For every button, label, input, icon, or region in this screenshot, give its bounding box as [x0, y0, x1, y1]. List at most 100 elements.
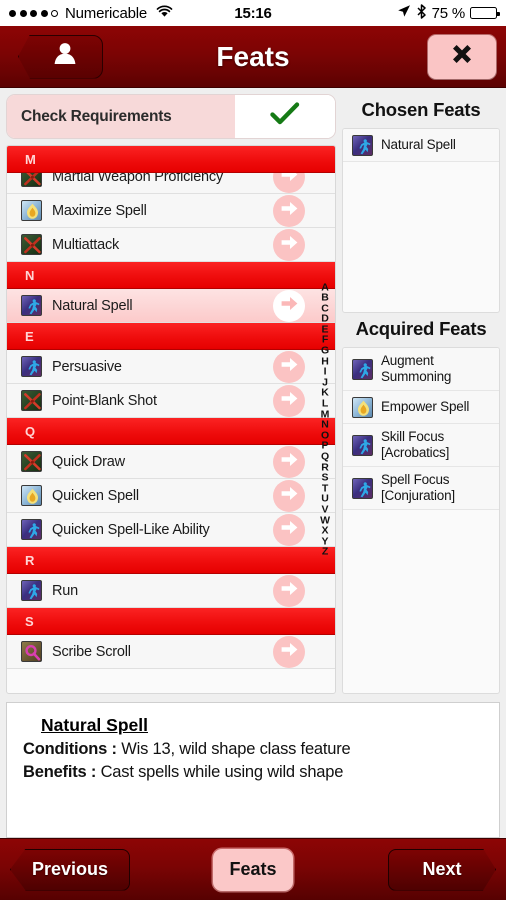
- acquired-feat-row[interactable]: Skill Focus [Acrobatics]: [343, 424, 499, 467]
- signal-dot: [30, 9, 37, 17]
- feat-detail-arrow-button[interactable]: [273, 445, 305, 478]
- status-bar: Numericable 15:16 75 %: [0, 0, 506, 26]
- signal-dot: [40, 9, 48, 17]
- acquired-feat-row[interactable]: Empower Spell: [343, 391, 499, 424]
- arrow-right-icon: [280, 295, 299, 317]
- feat-detail-arrow-button[interactable]: [273, 513, 305, 546]
- feat-name-label: Spell Focus [Conjuration]: [381, 472, 455, 503]
- feat-browser-column: Check Requirements Martial Weapon Profic…: [6, 94, 336, 694]
- chosen-feats-list[interactable]: Natural Spell: [342, 128, 500, 313]
- feat-section-header: Q: [7, 418, 335, 445]
- feat-name-label: Maximize Spell: [52, 202, 147, 219]
- alphabet-index-scrubber[interactable]: ABCDEFGHIJKLMNOPQRSTUVWXYZ: [317, 280, 333, 559]
- feat-icon: [21, 451, 42, 472]
- check-requirements-toggle[interactable]: Check Requirements: [6, 94, 336, 139]
- feat-row[interactable]: Quick Draw: [7, 445, 335, 479]
- feat-row[interactable]: Point-Blank Shot: [7, 384, 335, 418]
- acquired-feat-row[interactable]: Augment Summoning: [343, 348, 499, 391]
- benefits-label: Benefits :: [23, 763, 97, 781]
- feat-detail-arrow-button[interactable]: [273, 289, 305, 322]
- feat-section-header: E: [7, 323, 335, 350]
- feat-row[interactable]: Multiattack: [7, 228, 335, 262]
- feat-detail-arrow-button[interactable]: [273, 635, 305, 668]
- feat-list-scroll[interactable]: Martial Weapon Proficiency Maximize Spell…: [7, 146, 335, 693]
- description-benefits: Benefits : Cast spells while using wild …: [23, 761, 483, 784]
- location-arrow-icon: [397, 4, 411, 22]
- feat-icon: [21, 519, 42, 540]
- feat-row[interactable]: Quicken Spell: [7, 479, 335, 513]
- status-bar-right: 75 %: [397, 3, 500, 23]
- feat-icon: [21, 641, 42, 662]
- feat-row[interactable]: Maximize Spell: [7, 194, 335, 228]
- feat-name-label: Skill Focus [Acrobatics]: [381, 429, 450, 460]
- feat-detail-arrow-button[interactable]: [273, 479, 305, 512]
- back-to-character-button[interactable]: [18, 34, 103, 79]
- battery-percent-label: 75 %: [431, 4, 466, 22]
- sticky-section-header: M: [7, 146, 335, 173]
- feat-row[interactable]: Persuasive: [7, 350, 335, 384]
- feat-detail-arrow-button[interactable]: [273, 384, 305, 417]
- feat-detail-arrow-button[interactable]: [273, 350, 305, 383]
- battery-icon: [470, 7, 500, 19]
- feat-icon: [21, 200, 42, 221]
- alphabet-index-letter[interactable]: P: [322, 441, 329, 452]
- benefits-value: Cast spells while using wild shape: [100, 763, 344, 781]
- feat-section-header: N: [7, 262, 335, 289]
- description-conditions: Conditions : Wis 13, wild shape class fe…: [23, 738, 483, 761]
- bottom-toolbar: Previous Feats Next: [0, 838, 506, 900]
- next-button[interactable]: Next: [388, 848, 496, 891]
- conditions-label: Conditions :: [23, 740, 117, 758]
- feat-detail-arrow-button[interactable]: [273, 228, 305, 261]
- alphabet-index-letter[interactable]: K: [321, 388, 329, 399]
- feat-row[interactable]: Scribe Scroll: [7, 635, 335, 669]
- close-x-icon: [448, 40, 476, 73]
- conditions-value: Wis 13, wild shape class feature: [121, 740, 351, 758]
- feat-name-label: Quicken Spell-Like Ability: [52, 521, 210, 538]
- arrow-right-icon: [280, 485, 299, 507]
- acquired-feat-row[interactable]: Spell Focus [Conjuration]: [343, 467, 499, 510]
- feat-detail-arrow-button[interactable]: [273, 574, 305, 607]
- feat-icon: [21, 356, 42, 377]
- arrow-right-icon: [280, 356, 299, 378]
- feat-row[interactable]: Run: [7, 574, 335, 608]
- check-requirements-checkbox[interactable]: [235, 95, 335, 138]
- feat-icon: [352, 396, 373, 418]
- close-button[interactable]: [428, 34, 496, 79]
- bluetooth-icon: [416, 3, 427, 23]
- feat-description-panel: Natural Spell Conditions : Wis 13, wild …: [6, 702, 500, 838]
- navigation-bar: Feats: [0, 26, 506, 88]
- chosen-feat-row[interactable]: Natural Spell: [343, 129, 499, 162]
- feat-name-label: Natural Spell: [381, 137, 456, 152]
- alphabet-index-letter[interactable]: F: [322, 335, 328, 346]
- acquired-feats-title: Acquired Feats: [355, 318, 487, 339]
- checkmark-icon: [270, 102, 300, 131]
- arrow-right-icon: [280, 641, 299, 663]
- feat-icon: [352, 477, 373, 499]
- alphabet-index-letter[interactable]: A: [321, 282, 329, 293]
- feat-name-label: Natural Spell: [52, 297, 133, 314]
- feat-name-label: Scribe Scroll: [52, 643, 131, 660]
- feats-tab-button[interactable]: Feats: [213, 848, 293, 891]
- feat-section-header: S: [7, 608, 335, 635]
- arrow-right-icon: [280, 580, 299, 602]
- feat-detail-arrow-button[interactable]: [273, 194, 305, 227]
- feat-name-label: Multiattack: [52, 236, 120, 253]
- feat-section-header: R: [7, 547, 335, 574]
- feat-name-label: Quick Draw: [52, 453, 125, 470]
- person-icon: [50, 39, 80, 74]
- arrow-right-icon: [280, 390, 299, 412]
- arrow-right-icon: [280, 519, 299, 541]
- feat-row[interactable]: Quicken Spell-Like Ability: [7, 513, 335, 547]
- arrow-right-icon: [280, 234, 299, 256]
- previous-button[interactable]: Previous: [10, 848, 130, 891]
- feat-name-label: Quicken Spell: [52, 487, 139, 504]
- feat-icon: [21, 234, 42, 255]
- check-requirements-label: Check Requirements: [7, 95, 235, 138]
- acquired-feats-list[interactable]: Augment Summoning Empower Spell Skill Focu…: [342, 347, 500, 694]
- feat-name-label: Persuasive: [52, 358, 122, 375]
- alphabet-index-letter[interactable]: Z: [322, 547, 328, 558]
- feat-row-selected[interactable]: Natural Spell: [7, 289, 335, 323]
- feat-name-label: Augment Summoning: [381, 353, 452, 384]
- carrier-name: Numericable: [65, 4, 147, 22]
- app-root: Numericable 15:16 75 % Feats Check Requi…: [0, 0, 506, 900]
